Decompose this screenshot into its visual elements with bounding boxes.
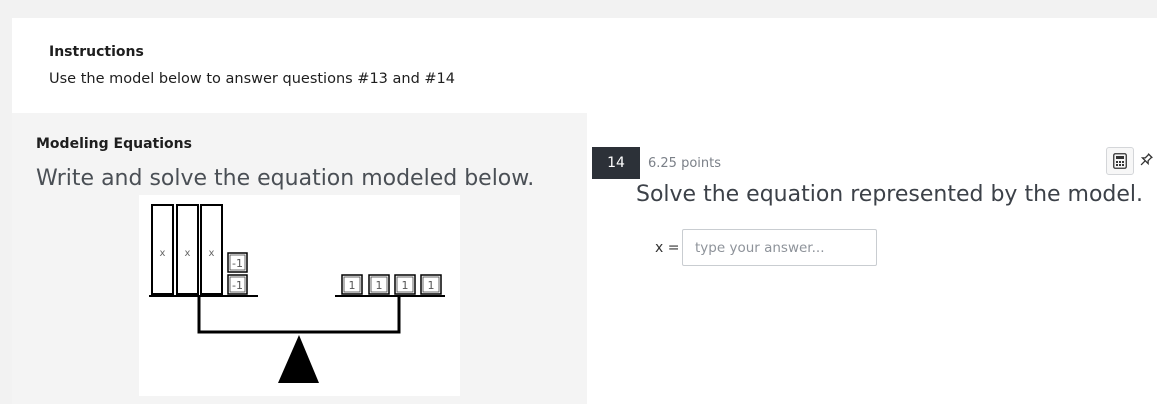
pin-icon xyxy=(1140,153,1153,166)
negative-unit-tile: -1 xyxy=(227,252,248,273)
answer-label: x = xyxy=(655,240,680,256)
instructions-panel: Instructions Use the model below to answ… xyxy=(12,18,1157,113)
x-tile: x xyxy=(200,204,223,295)
negative-unit-tile: -1 xyxy=(227,274,248,295)
calculator-icon xyxy=(1113,153,1127,169)
balance-model-figure: x x x -1 -1 1 1 1 1 xyxy=(139,195,460,396)
x-tile: x xyxy=(176,204,199,295)
svg-text:x: x xyxy=(209,248,215,259)
svg-text:x: x xyxy=(160,248,166,259)
question-panel: 14 6.25 points Solve the equation repres… xyxy=(587,113,1157,404)
svg-text:1: 1 xyxy=(376,279,383,292)
svg-text:1: 1 xyxy=(402,279,409,292)
fulcrum-triangle xyxy=(278,335,319,383)
passage-title: Modeling Equations xyxy=(36,136,192,152)
x-tile: x xyxy=(151,204,174,295)
unit-tile: 1 xyxy=(420,274,442,295)
pin-button[interactable] xyxy=(1136,149,1156,171)
question-points: 6.25 points xyxy=(648,156,722,171)
svg-text:-1: -1 xyxy=(232,257,243,270)
calculator-button[interactable] xyxy=(1106,147,1134,175)
balance-scale-diagram: x x x -1 -1 1 1 1 1 xyxy=(149,204,445,383)
question-number-badge: 14 xyxy=(592,147,640,179)
instructions-text: Use the model below to answer questions … xyxy=(49,71,456,87)
svg-text:-1: -1 xyxy=(232,279,243,292)
unit-tile: 1 xyxy=(394,274,416,295)
svg-text:1: 1 xyxy=(428,279,435,292)
answer-input[interactable] xyxy=(682,229,877,266)
instructions-title: Instructions xyxy=(49,44,144,60)
svg-text:1: 1 xyxy=(349,279,356,292)
passage-panel: Modeling Equations Write and solve the e… xyxy=(12,113,587,404)
question-prompt: Solve the equation represented by the mo… xyxy=(636,182,1144,207)
unit-tile: 1 xyxy=(368,274,390,295)
passage-prompt: Write and solve the equation modeled bel… xyxy=(36,166,535,191)
unit-tile: 1 xyxy=(341,274,363,295)
svg-text:x: x xyxy=(185,248,191,259)
